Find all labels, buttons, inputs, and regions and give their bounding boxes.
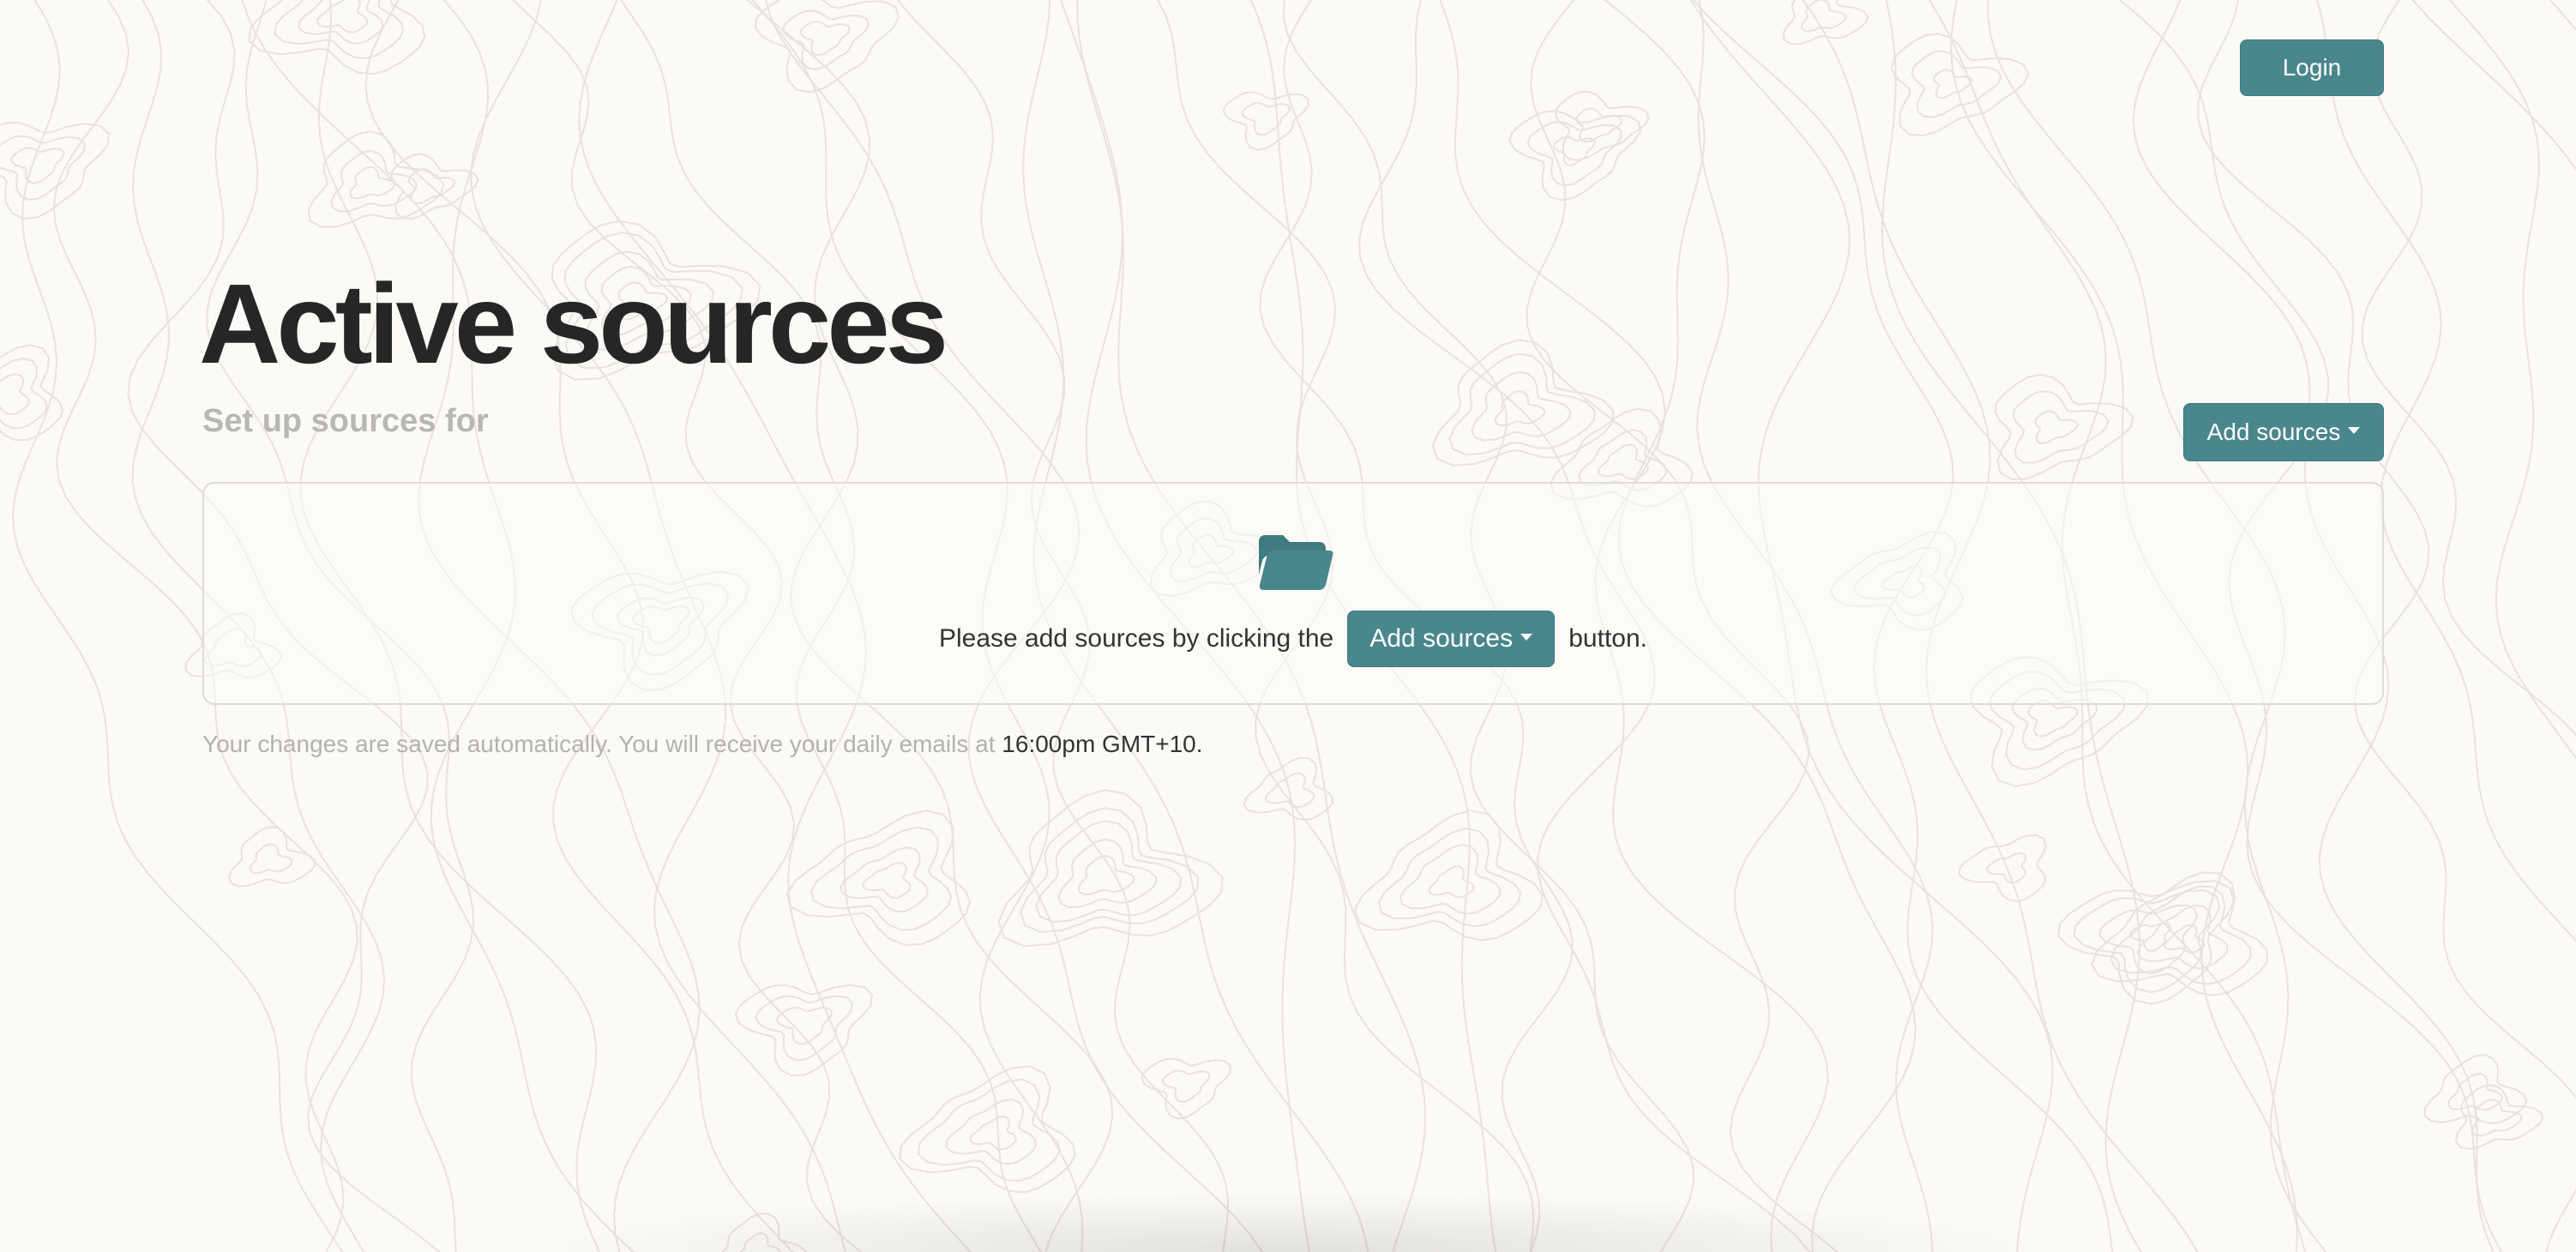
email-time: 16:00pm GMT+10: [1002, 731, 1196, 757]
autosave-note-period: .: [1195, 731, 1203, 757]
login-button[interactable]: Login: [2240, 39, 2384, 96]
caret-down-icon: [1520, 634, 1533, 641]
add-sources-label: Add sources: [2206, 418, 2341, 445]
bottom-shadow: [515, 1192, 2058, 1252]
caret-down-icon: [2348, 427, 2361, 434]
empty-state-message: Please add sources by clicking the Add s…: [204, 611, 2382, 667]
active-sources-panel: Please add sources by clicking the Add s…: [202, 482, 2384, 705]
add-sources-inline-button[interactable]: Add sources: [1347, 611, 1556, 667]
autosave-note: Your changes are saved automatically. Yo…: [202, 731, 1203, 758]
autosave-note-text: Your changes are saved automatically. Yo…: [202, 731, 996, 757]
page-title: Active sources: [199, 261, 948, 387]
add-sources-dropdown-button[interactable]: Add sources: [2183, 403, 2384, 461]
add-sources-inline-label: Add sources: [1369, 624, 1514, 653]
folder-open-icon: [1259, 535, 1333, 590]
empty-state-text-before: Please add sources by clicking the: [938, 624, 1334, 653]
page-subtitle: Set up sources for: [202, 403, 489, 439]
empty-state-text-after: button.: [1568, 624, 1647, 653]
